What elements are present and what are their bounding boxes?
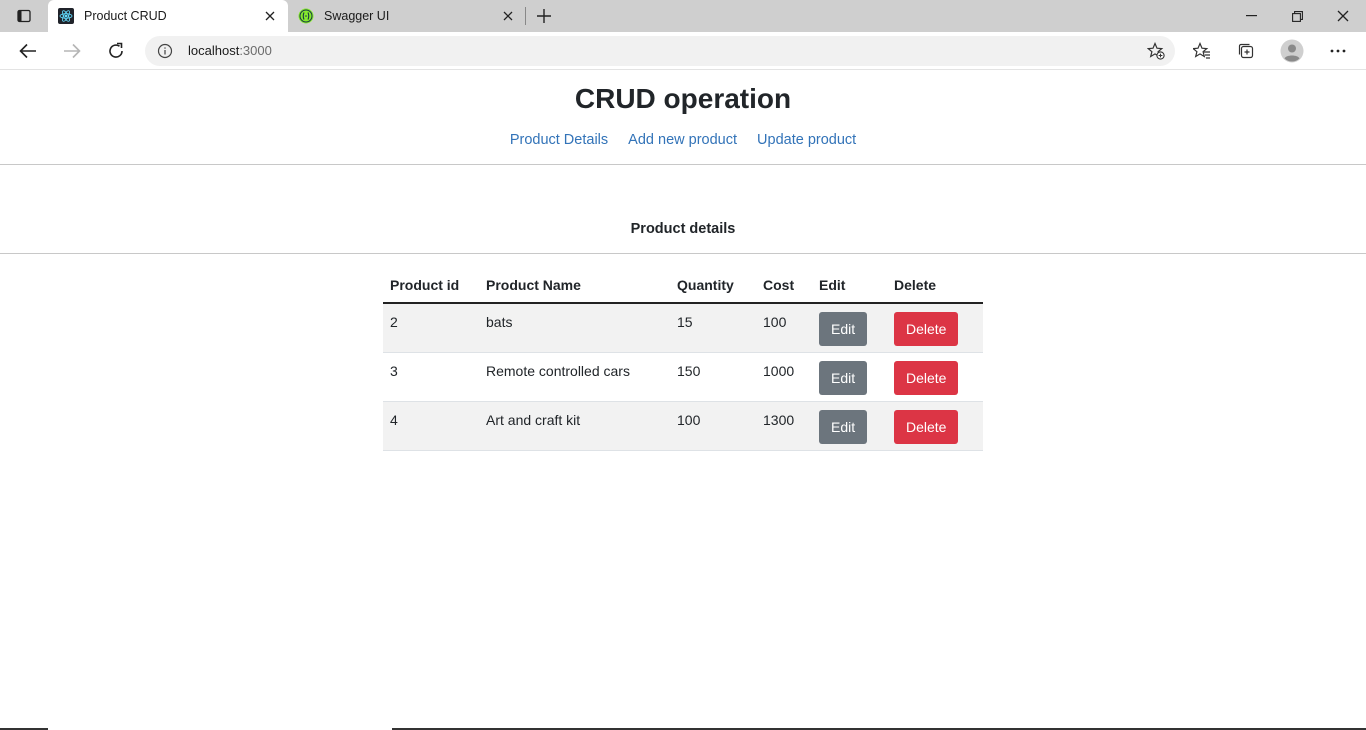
header-quantity: Quantity <box>670 270 756 304</box>
cell-product-id: 2 <box>383 303 479 353</box>
table-row: 4 Art and craft kit 100 1300 Edit Delete <box>383 401 983 451</box>
tab-title: Swagger UI <box>324 9 390 23</box>
cell-quantity: 15 <box>670 303 756 353</box>
close-window-icon[interactable] <box>1320 0 1366 32</box>
edit-button[interactable]: Edit <box>819 312 868 346</box>
swagger-icon <box>298 8 314 24</box>
cell-delete: Delete <box>887 303 983 353</box>
header-product-id: Product id <box>383 270 479 304</box>
cell-edit: Edit <box>812 401 887 451</box>
section-title: Product details <box>630 221 736 237</box>
favorites-icon[interactable] <box>1186 35 1218 67</box>
cell-delete: Delete <box>887 352 983 402</box>
cell-cost: 100 <box>756 303 812 353</box>
back-icon[interactable] <box>12 35 44 67</box>
header-cost: Cost <box>756 270 812 304</box>
cell-product-name: bats <box>479 303 670 353</box>
tab-actions-icon[interactable] <box>10 4 38 28</box>
edit-button[interactable]: Edit <box>819 360 868 395</box>
edit-button[interactable]: Edit <box>819 409 868 444</box>
table-row: 2 bats 15 100 Edit Delete <box>383 303 983 353</box>
tab-swagger-ui[interactable]: Swagger UI <box>288 0 526 32</box>
add-favorite-icon[interactable] <box>1146 41 1165 60</box>
tab-title: Product CRUD <box>84 9 167 23</box>
divider <box>0 253 1366 254</box>
table-header-row: Product id Product Name Quantity Cost Ed… <box>383 270 983 304</box>
header-delete: Delete <box>887 270 983 304</box>
new-tab-icon[interactable] <box>531 4 557 28</box>
address-bar[interactable]: localhost:3000 <box>145 36 1175 66</box>
cell-cost: 1000 <box>756 352 812 402</box>
react-icon <box>58 8 74 24</box>
url-text: localhost:3000 <box>188 43 272 58</box>
browser-toolbar: localhost:3000 <box>0 32 1366 70</box>
url-host: localhost <box>188 43 240 58</box>
table-row: 3 Remote controlled cars 150 1000 Edit D… <box>383 352 983 402</box>
url-port: :3000 <box>239 43 272 58</box>
tab-product-crud[interactable]: Product CRUD <box>48 0 288 32</box>
cell-quantity: 100 <box>670 401 756 451</box>
close-tab-icon[interactable] <box>258 4 282 28</box>
nav-add-new-product[interactable]: Add new product <box>628 132 737 148</box>
nav-product-details[interactable]: Product Details <box>510 132 608 148</box>
cell-edit: Edit <box>812 352 887 402</box>
minimize-icon[interactable] <box>1228 0 1274 32</box>
restore-icon[interactable] <box>1274 0 1320 32</box>
page-content: CRUD operation Product Details Add new p… <box>0 71 1366 730</box>
delete-button[interactable]: Delete <box>894 312 959 346</box>
tab-separator <box>525 7 526 25</box>
forward-icon[interactable] <box>56 35 88 67</box>
divider <box>0 164 1366 165</box>
nav-update-product[interactable]: Update product <box>757 132 856 148</box>
cell-product-name: Art and craft kit <box>479 401 670 451</box>
more-options-icon[interactable] <box>1322 35 1354 67</box>
cell-product-name: Remote controlled cars <box>479 352 670 402</box>
cell-delete: Delete <box>887 401 983 451</box>
cell-quantity: 150 <box>670 352 756 402</box>
profile-avatar-icon[interactable] <box>1276 35 1308 67</box>
cell-edit: Edit <box>812 303 887 353</box>
main-nav: Product Details Add new product Update p… <box>0 132 1366 148</box>
header-edit: Edit <box>812 270 887 304</box>
delete-button[interactable]: Delete <box>894 360 959 395</box>
products-table: Product id Product Name Quantity Cost Ed… <box>383 270 983 451</box>
delete-button[interactable]: Delete <box>894 409 959 444</box>
header-product-name: Product Name <box>479 270 670 304</box>
tab-strip: Product CRUD Swagger UI <box>0 0 1366 32</box>
page-title: CRUD operation <box>574 83 792 114</box>
collections-icon[interactable] <box>1230 35 1262 67</box>
site-info-icon[interactable] <box>157 43 173 59</box>
refresh-icon[interactable] <box>100 35 132 67</box>
cell-product-id: 3 <box>383 352 479 402</box>
cell-product-id: 4 <box>383 401 479 451</box>
close-tab-icon[interactable] <box>496 4 520 28</box>
cell-cost: 1300 <box>756 401 812 451</box>
